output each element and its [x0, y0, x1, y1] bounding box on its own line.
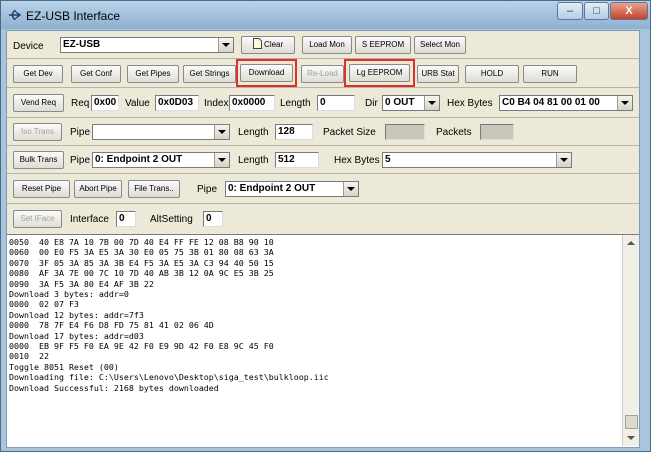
minimize-button[interactable]: –	[557, 2, 583, 20]
length-label: Length	[280, 98, 311, 109]
file-pipe-value: 0: Endpoint 2 OUT	[228, 183, 316, 194]
reset-pipe-button[interactable]: Reset Pipe	[13, 180, 70, 198]
bulk-pipe-value: 0: Endpoint 2 OUT	[95, 154, 183, 165]
hold-button[interactable]: HOLD	[465, 65, 519, 83]
get-strings-button[interactable]: Get Strings	[183, 65, 236, 83]
bulk-hex-bytes-label: Hex Bytes	[334, 155, 380, 166]
device-value: EZ-USB	[63, 39, 101, 50]
iso-trans-button[interactable]: Iso Trans	[13, 123, 62, 141]
s-eeprom-button[interactable]: S EEPROM	[355, 36, 411, 54]
file-pipe-select[interactable]: 0: Endpoint 2 OUT	[225, 181, 359, 197]
run-button[interactable]: RUN	[523, 65, 577, 83]
pipe-label: Pipe	[70, 127, 91, 138]
scroll-up-arrow-icon[interactable]	[627, 241, 635, 245]
get-conf-button[interactable]: Get Conf	[71, 65, 121, 83]
value-label: Value	[125, 98, 150, 109]
device-select[interactable]: EZ-USB	[60, 37, 234, 53]
get-pipes-button[interactable]: Get Pipes	[127, 65, 179, 83]
packet-size-label: Packet Size	[323, 127, 376, 138]
usb-app-icon	[9, 10, 22, 20]
dir-value: 0 OUT	[385, 97, 415, 108]
lg-eeprom-button[interactable]: Lg EEPROM	[349, 64, 410, 82]
chevron-down-icon[interactable]	[617, 96, 632, 110]
altsetting-field[interactable]: 0	[203, 211, 223, 227]
bulk-trans-button[interactable]: Bulk Trans	[13, 151, 64, 169]
req-label: Req	[71, 98, 90, 109]
document-icon	[252, 38, 262, 49]
urb-stat-button[interactable]: URB Stat	[417, 65, 459, 83]
abort-pipe-button[interactable]: Abort Pipe	[74, 180, 122, 198]
pipe-control-row: Reset Pipe Abort Pipe File Trans.. Pipe …	[7, 174, 639, 204]
scroll-down-arrow-icon[interactable]	[627, 436, 635, 440]
hex-bytes-value: C0 B4 04 81 00 01 00	[502, 97, 600, 108]
bulk-pipe-label: Pipe	[70, 155, 91, 166]
select-mon-button[interactable]: Select Mon	[414, 36, 466, 54]
log-text: 0050 40 E8 7A 10 7B 00 7D 40 E4 FF FE 12…	[9, 237, 329, 393]
vendor-request-row: Vend Req Req 0x00 Value 0x0D03 Index 0x0…	[7, 88, 639, 118]
altsetting-label: AltSetting	[150, 214, 193, 225]
chevron-down-icon[interactable]	[218, 38, 233, 52]
packets-field	[480, 124, 514, 140]
output-log[interactable]: 0050 40 E8 7A 10 7B 00 7D 40 E4 FF FE 12…	[7, 234, 639, 447]
index-label: Index	[204, 98, 229, 109]
log-scrollbar[interactable]	[622, 235, 639, 446]
index-field[interactable]: 0x0000	[229, 95, 275, 111]
device-row: Device EZ-USB Clear Load Mon S EEPROM Se…	[7, 31, 639, 59]
clear-button[interactable]: Clear	[241, 36, 295, 54]
interface-field[interactable]: 0	[116, 211, 136, 227]
file-pipe-label: Pipe	[197, 184, 218, 195]
chevron-down-icon[interactable]	[424, 96, 439, 110]
req-field[interactable]: 0x00	[91, 95, 119, 111]
clear-label: Clear	[264, 40, 284, 49]
download-button[interactable]: Download	[240, 64, 293, 82]
value-field[interactable]: 0x0D03	[155, 95, 199, 111]
iso-trans-row: Iso Trans Pipe Length 128 Packet Size Pa…	[7, 118, 639, 146]
load-mon-button[interactable]: Load Mon	[302, 36, 352, 54]
dir-select[interactable]: 0 OUT	[382, 95, 440, 111]
re-load-button[interactable]: Re-Load	[301, 65, 344, 83]
interface-label: Interface	[70, 214, 109, 225]
iso-length-label: Length	[238, 127, 269, 138]
packet-size-field	[385, 124, 425, 140]
title-bar[interactable]: EZ-USB Interface – □ X	[1, 1, 650, 29]
set-iface-button[interactable]: Set IFace	[13, 210, 62, 228]
interface-row: Set IFace Interface 0 AltSetting 0	[7, 204, 639, 234]
bulk-trans-row: Bulk Trans Pipe 0: Endpoint 2 OUT Length…	[7, 146, 639, 174]
bulk-length-label: Length	[238, 155, 269, 166]
main-panel: Device EZ-USB Clear Load Mon S EEPROM Se…	[6, 30, 640, 448]
bulk-hex-bytes-select[interactable]: 5	[382, 152, 572, 168]
window-title: EZ-USB Interface	[26, 9, 121, 23]
close-button[interactable]: X	[610, 2, 648, 20]
scroll-thumb[interactable]	[625, 415, 638, 429]
chevron-down-icon[interactable]	[214, 153, 229, 167]
vend-req-button[interactable]: Vend Req	[13, 94, 64, 112]
maximize-button[interactable]: □	[584, 2, 609, 20]
get-dev-button[interactable]: Get Dev	[13, 65, 63, 83]
iso-length-field[interactable]: 128	[275, 124, 313, 140]
device-label: Device	[13, 41, 44, 52]
control-row: Get Dev Get Conf Get Pipes Get Strings D…	[7, 59, 639, 88]
chevron-down-icon[interactable]	[214, 125, 229, 139]
chevron-down-icon[interactable]	[343, 182, 358, 196]
hex-bytes-select[interactable]: C0 B4 04 81 00 01 00	[499, 95, 633, 111]
bulk-pipe-select[interactable]: 0: Endpoint 2 OUT	[92, 152, 230, 168]
iso-pipe-select[interactable]	[92, 124, 230, 140]
file-trans-button[interactable]: File Trans..	[128, 180, 180, 198]
app-window: EZ-USB Interface – □ X Device EZ-USB Cle…	[0, 0, 651, 452]
packets-label: Packets	[436, 127, 472, 138]
bulk-hex-bytes-value: 5	[385, 154, 391, 165]
chevron-down-icon[interactable]	[556, 153, 571, 167]
length-field[interactable]: 0	[317, 95, 355, 111]
bulk-length-field[interactable]: 512	[275, 152, 319, 168]
hex-bytes-label: Hex Bytes	[447, 98, 493, 109]
dir-label: Dir	[365, 98, 378, 109]
